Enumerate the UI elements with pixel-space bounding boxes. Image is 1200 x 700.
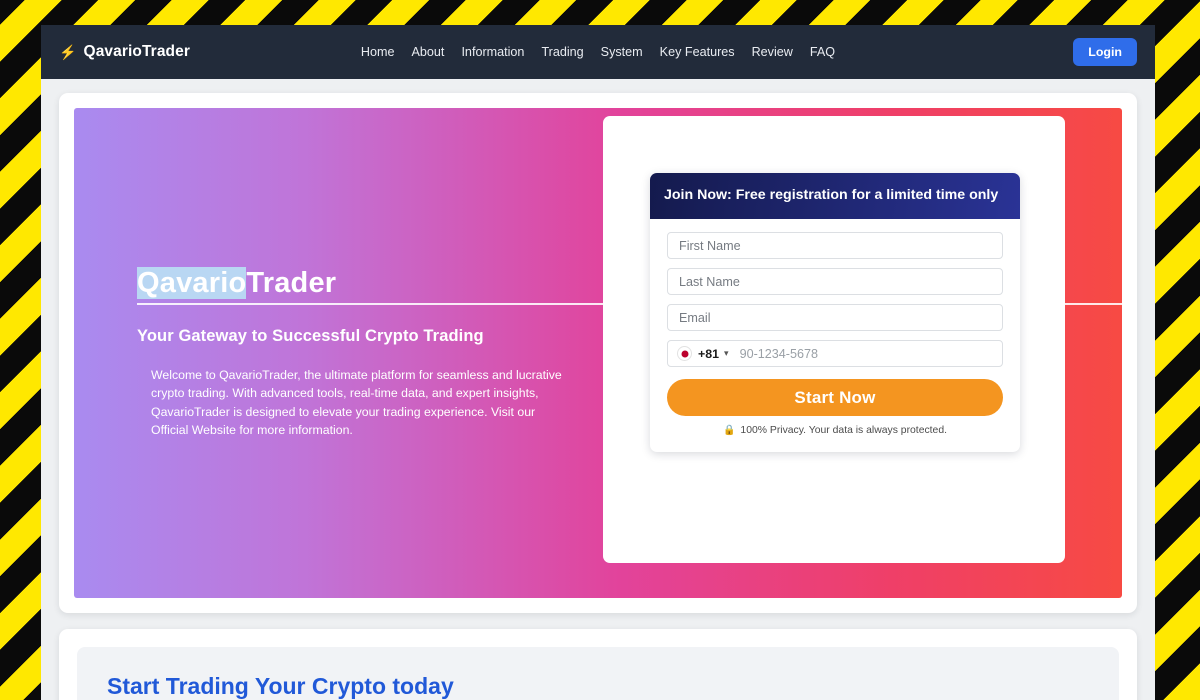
brand-logo[interactable]: ⚡ QavarioTrader — [59, 43, 190, 61]
signup-panel: Join Now: Free registration for a limite… — [603, 116, 1065, 563]
section-two-inner: Start Trading Your Crypto today — [77, 647, 1119, 700]
lightning-bolt-icon: ⚡ — [59, 44, 77, 60]
signup-card: Join Now: Free registration for a limite… — [650, 173, 1020, 453]
phone-input-row: +81 ▾ — [667, 340, 1003, 368]
hero-paragraph: Welcome to QavarioTrader, the ultimate p… — [151, 368, 562, 437]
nav-item-trading[interactable]: Trading — [541, 45, 583, 59]
section-two-heading: Start Trading Your Crypto today — [107, 673, 454, 699]
login-button[interactable]: Login — [1073, 38, 1137, 66]
first-name-input[interactable] — [667, 232, 1003, 260]
phone-number-input[interactable] — [737, 345, 993, 362]
chevron-down-icon[interactable]: ▾ — [724, 349, 729, 358]
nav-item-key-features[interactable]: Key Features — [660, 45, 735, 59]
nav-item-faq[interactable]: FAQ — [810, 45, 835, 59]
hero-card: QavarioTrader Your Gateway to Successful… — [59, 93, 1137, 613]
nav-item-review[interactable]: Review — [752, 45, 793, 59]
nav-item-system[interactable]: System — [601, 45, 643, 59]
hero-banner: QavarioTrader Your Gateway to Successful… — [74, 108, 1122, 598]
page-title: QavarioTrader — [137, 267, 574, 300]
nav-item-information[interactable]: Information — [461, 45, 524, 59]
nav-links: Home About Information Trading System Ke… — [41, 45, 1155, 59]
hero-title-selected-text: Qavario — [137, 267, 247, 300]
top-navigation-bar: ⚡ QavarioTrader Home About Information T… — [41, 25, 1155, 79]
start-now-button[interactable]: Start Now — [667, 379, 1003, 417]
nav-item-about[interactable]: About — [412, 45, 445, 59]
signup-header: Join Now: Free registration for a limite… — [650, 173, 1020, 220]
browser-viewport: ⚡ QavarioTrader Home About Information T… — [41, 25, 1155, 700]
hero-subtitle: Your Gateway to Successful Crypto Tradin… — [137, 327, 484, 346]
section-two-card: Start Trading Your Crypto today — [59, 629, 1137, 700]
nav-item-home[interactable]: Home — [361, 45, 395, 59]
page-content: QavarioTrader Your Gateway to Successful… — [41, 79, 1155, 700]
last-name-input[interactable] — [667, 268, 1003, 296]
hero-text-block: QavarioTrader Your Gateway to Successful… — [74, 267, 574, 439]
privacy-note: 🔒 100% Privacy. Your data is always prot… — [667, 425, 1003, 436]
hero-title-rest-text: Trader — [246, 267, 337, 300]
signup-body: +81 ▾ Start Now 🔒 100% Privacy. Your dat… — [650, 219, 1020, 452]
lock-icon: 🔒 — [722, 425, 736, 437]
brand-name: QavarioTrader — [83, 43, 190, 60]
country-dial-code[interactable]: +81 — [698, 347, 719, 361]
japan-flag-icon[interactable] — [677, 346, 692, 362]
email-input[interactable] — [667, 304, 1003, 332]
privacy-note-text: 100% Privacy. Your data is always protec… — [740, 425, 948, 437]
